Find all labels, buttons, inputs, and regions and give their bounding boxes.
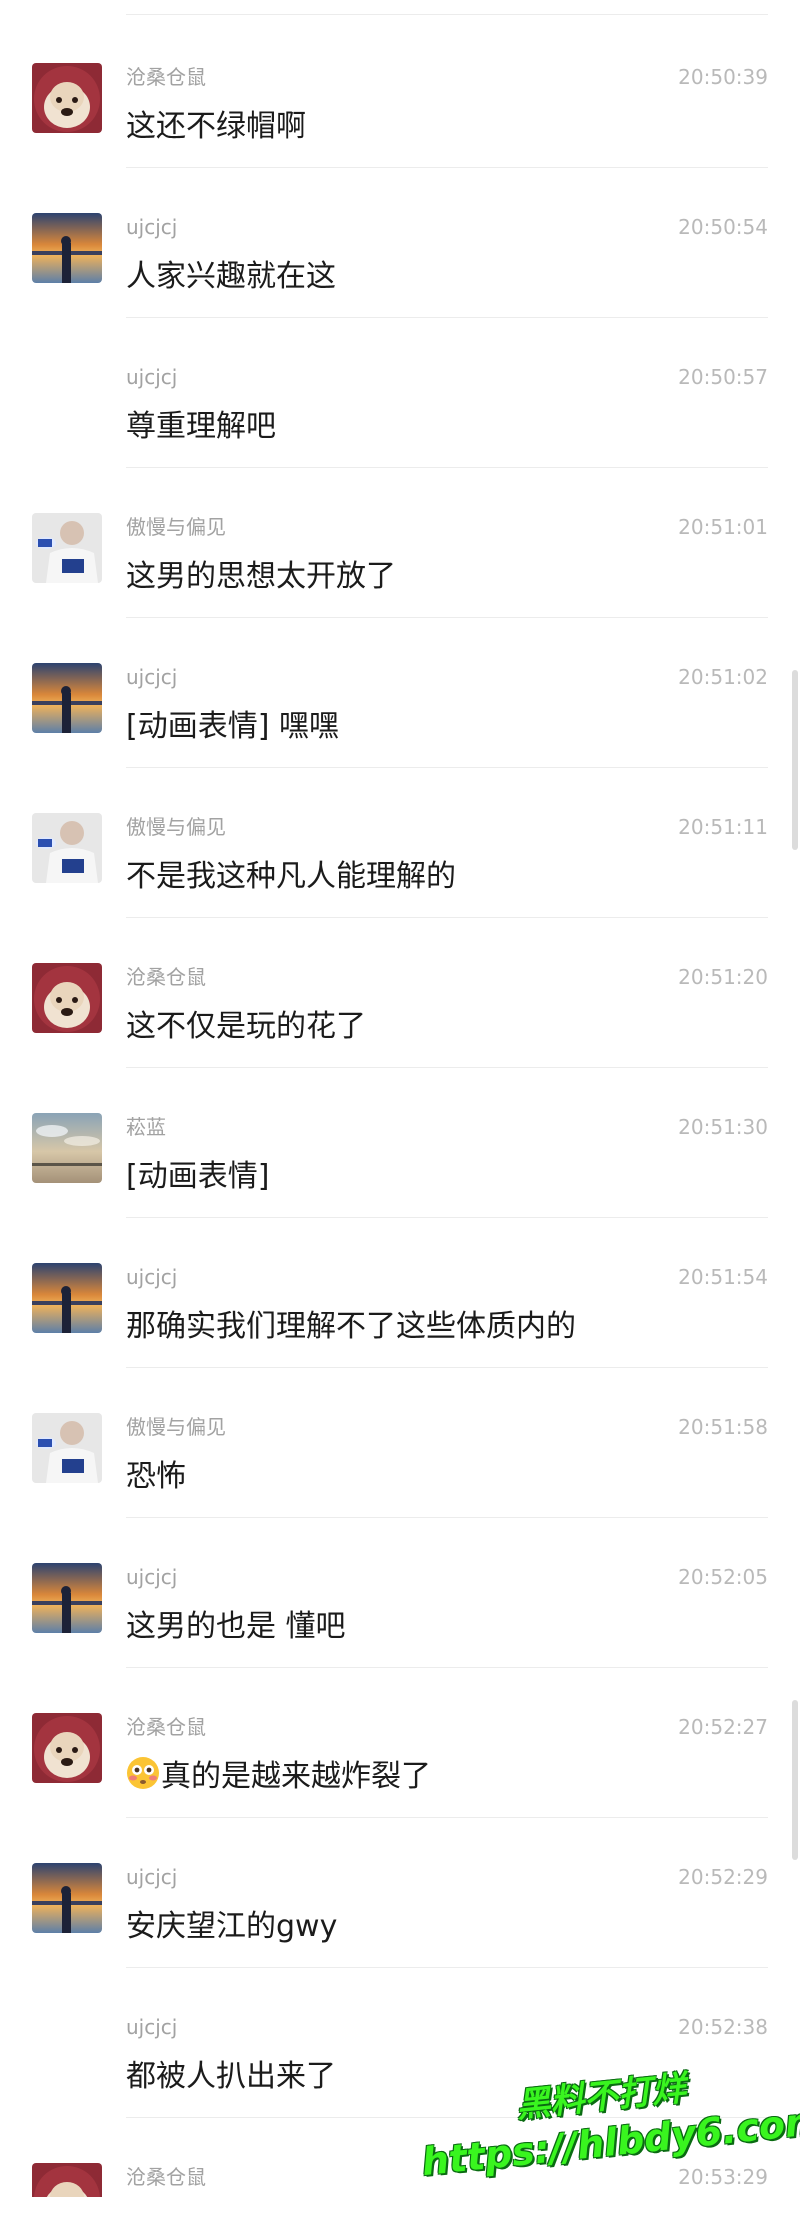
sender-name[interactable]: ujcjcj [126,213,177,241]
sender-name[interactable]: 沧桑仓鼠 [126,63,206,91]
sender-name[interactable]: 傲慢与偏见 [126,513,226,541]
message-text: 恐怖 [126,1456,186,1498]
flushed-face-emoji [127,1757,159,1789]
message-time: 20:52:38 [678,2015,768,2039]
message-row[interactable]: 菘蓝 20:51:30 [动画表情] [0,1068,800,1218]
message-text: [动画表情] 嘿嘿 [126,706,339,748]
message-time: 20:51:30 [678,1115,768,1139]
message-text-content: 都被人扒出来了 [126,2059,336,2094]
message-text: 这还不绿帽啊 [126,106,306,148]
message-row[interactable]: 沧桑仓鼠 20:51:20 这不仅是玩的花了 [0,918,800,1068]
avatar[interactable] [32,963,102,1033]
sender-name[interactable]: ujcjcj [126,1863,177,1891]
message-text: 安庆望江的gwy [126,1906,337,1948]
message-row[interactable]: ujcjcj 20:50:57 尊重理解吧 [0,318,800,468]
message-text: 不是我这种凡人能理解的 [126,856,456,898]
message-row[interactable]: 沧桑仓鼠 20:50:39 这还不绿帽啊 [0,18,800,168]
scrollbar-thumb[interactable] [792,670,798,850]
message-text-content: [动画表情] 嘿嘿 [126,709,339,744]
message-row[interactable]: ujcjcj 20:52:05 这男的也是 懂吧 [0,1518,800,1668]
avatar[interactable] [32,1113,102,1183]
message-row[interactable]: ujcjcj 20:51:54 那确实我们理解不了这些体质内的 [0,1218,800,1368]
message-time: 20:52:29 [678,1865,768,1889]
sender-name[interactable]: 沧桑仓鼠 [126,2163,206,2191]
message-text: 那确实我们理解不了这些体质内的 [126,1306,576,1348]
message-time: 20:51:11 [678,815,768,839]
divider [126,14,768,15]
message-text: 都被人扒出来了 [126,2056,336,2098]
message-text-content: 安庆望江的gwy [126,1909,338,1944]
avatar[interactable] [32,1263,102,1333]
avatar[interactable] [32,63,102,133]
message-time: 20:52:05 [678,1565,768,1589]
message-time: 20:51:20 [678,965,768,989]
message-time: 20:50:54 [678,215,768,239]
avatar[interactable] [32,1563,102,1633]
sender-name[interactable]: ujcjcj [126,663,177,691]
message-row[interactable]: ujcjcj 20:51:02 [动画表情] 嘿嘿 [0,618,800,768]
message-text-content: [动画表情] [126,1159,270,1194]
message-text-content: 真的是越来越炸裂了 [161,1759,431,1794]
avatar[interactable] [32,513,102,583]
message-text-content: 这男的思想太开放了 [126,559,396,594]
sender-name[interactable]: 沧桑仓鼠 [126,1713,206,1741]
message-text-content: 人家兴趣就在这 [126,259,336,294]
message-time: 20:52:27 [678,1715,768,1739]
message-row[interactable]: 傲慢与偏见 20:51:01 这男的思想太开放了 [0,468,800,618]
avatar[interactable] [32,1713,102,1783]
message-text: 这男的也是 懂吧 [126,1606,346,1648]
message-text: [动画表情] [126,1156,269,1198]
message-time: 20:50:39 [678,65,768,89]
sender-name[interactable]: ujcjcj [126,2013,177,2041]
scrollbar-thumb-lower[interactable] [792,1700,798,1860]
message-text-content: 不是我这种凡人能理解的 [126,859,456,894]
chat-history[interactable]: 沧桑仓鼠 20:50:39 这还不绿帽啊 ujcjcj 20:50:54 人家兴趣就在这 u… [0,0,800,2197]
message-row[interactable]: 沧桑仓鼠 20:52:27 真的是越来越炸裂了 [0,1668,800,1818]
avatar[interactable] [32,1413,102,1483]
sender-name[interactable]: 傲慢与偏见 [126,1413,226,1441]
sender-name[interactable]: 菘蓝 [126,1113,166,1141]
message-time: 20:51:54 [678,1265,768,1289]
avatar[interactable] [32,213,102,283]
message-text-content: 尊重理解吧 [126,409,276,444]
message-text-content: 这不仅是玩的花了 [126,1009,366,1044]
message-row[interactable]: 傲慢与偏见 20:51:11 不是我这种凡人能理解的 [0,768,800,918]
avatar[interactable] [32,663,102,733]
avatar[interactable] [32,2163,102,2197]
sender-name[interactable]: ujcjcj [126,363,177,391]
sender-name[interactable]: 傲慢与偏见 [126,813,226,841]
avatar[interactable] [32,1863,102,1933]
message-row[interactable]: ujcjcj 20:52:29 安庆望江的gwy [0,1818,800,1968]
message-text: 人家兴趣就在这 [126,256,336,298]
sender-name[interactable]: ujcjcj [126,1263,177,1291]
sender-name[interactable]: ujcjcj [126,1563,177,1591]
message-time: 20:51:01 [678,515,768,539]
avatar[interactable] [32,813,102,883]
message-text-content: 恐怖 [126,1459,186,1494]
message-text: 这男的思想太开放了 [126,556,396,598]
message-text-content: 这男的也是 懂吧 [126,1609,346,1644]
message-text: 尊重理解吧 [126,406,276,448]
message-time: 20:51:58 [678,1415,768,1439]
message-time: 20:51:02 [678,665,768,689]
message-text-content: 这还不绿帽啊 [126,109,306,144]
message-text-content: 那确实我们理解不了这些体质内的 [126,1309,576,1344]
sender-name[interactable]: 沧桑仓鼠 [126,963,206,991]
message-text: 这不仅是玩的花了 [126,1006,366,1048]
message-text: 真的是越来越炸裂了 [126,1756,431,1798]
message-time: 20:50:57 [678,365,768,389]
message-row[interactable]: 傲慢与偏见 20:51:58 恐怖 [0,1368,800,1518]
message-row[interactable]: ujcjcj 20:50:54 人家兴趣就在这 [0,168,800,318]
